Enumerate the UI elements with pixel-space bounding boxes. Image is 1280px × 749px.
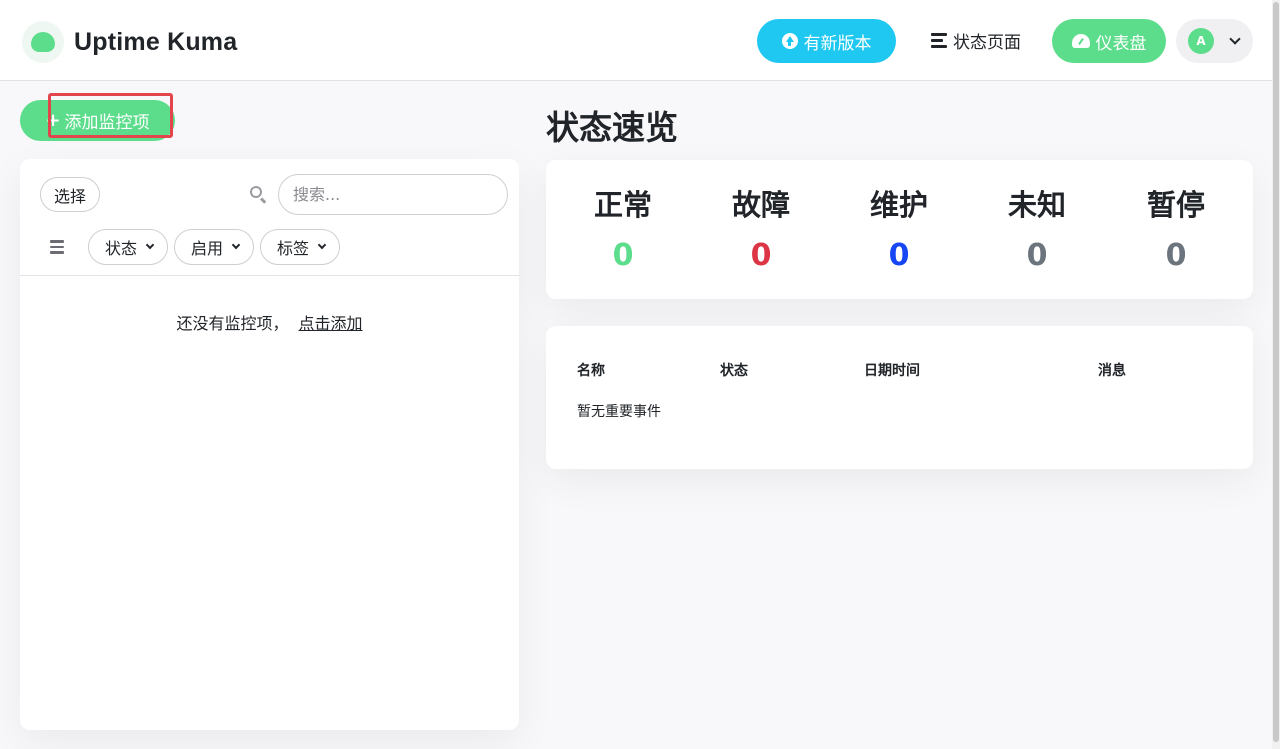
filter-active-label: 启用 — [191, 239, 224, 258]
stat-maintenance-label: 维护 — [869, 188, 928, 222]
stat-maintenance-value: 0 — [888, 238, 910, 273]
search-icon — [250, 186, 267, 204]
status-page-link[interactable]: 状态页面 — [931, 28, 1021, 53]
chevron-down-icon — [317, 240, 327, 250]
profile-dropdown[interactable]: A — [1176, 19, 1253, 63]
stat-unknown-value: 0 — [1026, 238, 1048, 273]
filter-tags-label: 标签 — [277, 239, 310, 258]
add-monitor-button[interactable]: + 添加监控项 — [20, 100, 175, 141]
new-version-label: 有新版本 — [803, 33, 872, 54]
stat-up-value: 0 — [612, 238, 634, 273]
important-events-card: 名称 状态 日期时间 消息 暂无重要事件 — [546, 326, 1253, 469]
stat-unknown-label: 未知 — [1007, 188, 1066, 222]
dashboard-button[interactable]: 仪表盘 — [1052, 19, 1166, 63]
chevron-down-icon — [1229, 33, 1241, 45]
filter-status-label: 状态 — [105, 239, 138, 258]
status-page-label: 状态页面 — [953, 33, 1021, 53]
monitor-list-panel: 选择 状态 启用 标签 还没有监控项， 点击添加 — [20, 159, 519, 730]
stat-paused-label: 暂停 — [1146, 188, 1205, 222]
arrow-up-circle-icon — [781, 33, 798, 49]
filter-tags-dropdown[interactable]: 标签 — [260, 229, 341, 265]
menu-icon[interactable] — [50, 240, 64, 254]
column-header-status: 状态 — [720, 363, 748, 379]
avatar: A — [1188, 28, 1214, 54]
column-header-message: 消息 — [1098, 363, 1126, 379]
quick-stats-card: 正常 0 故障 0 维护 0 未知 0 暂停 0 — [546, 160, 1253, 299]
stat-down-value: 0 — [750, 238, 772, 273]
brand-title: Uptime Kuma — [74, 27, 238, 56]
chevron-down-icon — [231, 240, 241, 250]
stat-paused-value: 0 — [1165, 238, 1187, 273]
stat-paused: 暂停 0 — [1126, 182, 1226, 273]
uptime-kuma-logo-icon — [22, 21, 64, 63]
empty-monitor-text: 还没有监控项， — [176, 314, 289, 333]
divider — [20, 275, 519, 276]
no-events-message: 暂无重要事件 — [577, 404, 661, 420]
column-header-name: 名称 — [577, 363, 605, 379]
filter-row: 状态 启用 标签 — [50, 229, 346, 265]
brand-link[interactable]: Uptime Kuma — [22, 21, 237, 63]
add-monitor-label: 添加监控项 — [64, 113, 150, 133]
new-version-button[interactable]: 有新版本 — [757, 19, 896, 63]
select-button[interactable]: 选择 — [40, 177, 100, 212]
filter-status-dropdown[interactable]: 状态 — [88, 229, 169, 265]
gauge-icon — [1071, 34, 1090, 48]
filter-active-dropdown[interactable]: 启用 — [174, 229, 255, 265]
stat-unknown: 未知 0 — [987, 182, 1087, 273]
search-input[interactable] — [278, 174, 508, 215]
add-monitor-link[interactable]: 点击添加 — [299, 314, 363, 333]
stat-down: 故障 0 — [711, 182, 811, 273]
column-header-datetime: 日期时间 — [864, 363, 920, 379]
stat-maintenance: 维护 0 — [849, 182, 949, 273]
list-icon — [931, 33, 947, 48]
page-scrollbar[interactable] — [1272, 0, 1280, 749]
dashboard-label: 仪表盘 — [1095, 33, 1147, 54]
top-navbar: Uptime Kuma 有新版本 状态页面 仪表盘 A — [0, 0, 1280, 81]
stat-up-label: 正常 — [593, 188, 652, 222]
page-title: 状态速览 — [546, 108, 678, 147]
stat-down-label: 故障 — [731, 188, 790, 222]
plus-icon: + — [45, 110, 61, 131]
empty-monitor-message: 还没有监控项， 点击添加 — [20, 310, 519, 334]
chevron-down-icon — [145, 240, 155, 250]
stat-up: 正常 0 — [573, 182, 673, 273]
